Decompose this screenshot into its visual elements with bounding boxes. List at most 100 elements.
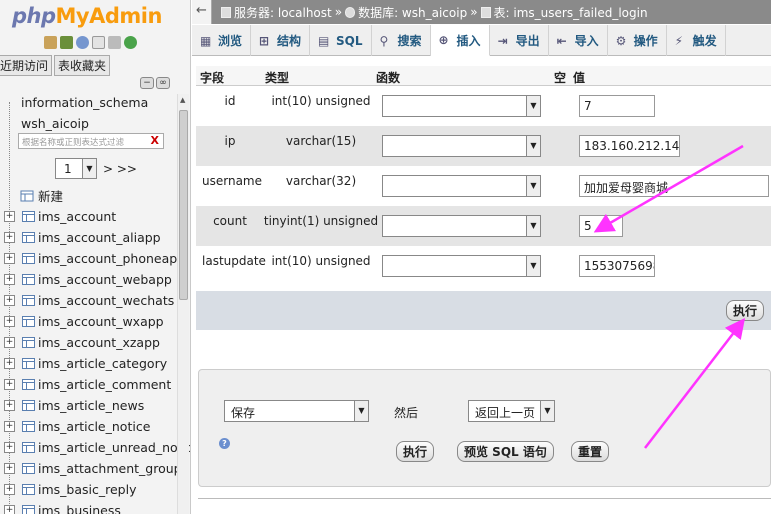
chevron-down-icon: ▼ [526,176,540,196]
breadcrumb-table[interactable]: 表: ims_users_failed_login [480,4,648,21]
form-execute-bar: 执行 [196,291,771,330]
new-table-link[interactable]: 新建 [20,186,63,205]
expand-icon[interactable]: + [4,232,15,243]
breadcrumb-database[interactable]: 数据库: wsh_aicoip [345,4,467,21]
expand-icon[interactable]: + [4,421,15,432]
expand-icon[interactable]: + [4,274,15,285]
expand-icon[interactable]: + [4,358,15,369]
expand-icon[interactable]: + [4,316,15,327]
breadcrumb-server[interactable]: 服务器: localhost [221,4,332,21]
tab-import[interactable]: ⇤ 导入 [549,25,608,56]
table-icon [22,316,35,327]
expand-icon[interactable]: + [4,253,15,264]
value-input[interactable]: 加加爱母婴商城 [579,175,769,197]
expand-icon[interactable] [4,97,15,108]
scrollbar-thumb[interactable] [179,110,188,300]
table-icon [22,484,35,495]
tree-db-information-schema[interactable]: information_schema [0,92,176,113]
tree-table-item[interactable]: + ims_article_comment [0,374,176,395]
tree-table-item[interactable]: + ims_article_unread_notice [0,437,190,458]
logout-icon[interactable] [60,36,73,49]
value-input[interactable]: 1553075698 [579,255,655,277]
expand-icon[interactable]: + [4,211,15,222]
page-next-links[interactable]: > >> [103,162,137,176]
header-type: 类型 [265,71,290,85]
form-rows: id int(10) unsigned ▼ 7 ip varchar(15) ▼ 183.16… [196,86,771,286]
expand-icon[interactable]: + [4,463,15,474]
header-field: 字段 [200,71,225,85]
tab-export[interactable]: ⇥ 导出 [490,25,549,56]
preview-sql-button[interactable]: 预览 SQL 语句 [457,441,554,462]
scroll-up-icon[interactable]: ▲ [180,96,185,104]
collapse-all-icon[interactable]: − [140,77,154,89]
value-input[interactable]: 5 [579,215,623,237]
tree-table-item[interactable]: + ims_article_news [0,395,176,416]
tree-table-item[interactable]: + ims_account_aliapp [0,227,176,248]
reload-icon[interactable] [124,36,137,49]
expand-icon[interactable]: + [4,379,15,390]
value-input[interactable]: 7 [579,95,655,117]
tree-table-item[interactable]: + ims_attachment_group [0,458,182,479]
field-name: ip [224,134,236,148]
link-icon[interactable]: ∞ [156,77,170,89]
tree-table-item[interactable]: + ims_account_phoneapp [0,248,185,269]
tab-sql[interactable]: ▤ SQL [310,25,372,56]
tree-table-item[interactable]: + ims_basic_reply [0,479,176,500]
save-mode-select[interactable]: 保存 ▼ [224,400,369,422]
tree-table-item[interactable]: + ims_article_notice [0,416,176,437]
tab-recent[interactable]: 近期访问 [0,55,53,76]
help-icon[interactable] [76,36,89,49]
after-insert-select[interactable]: 返回上一页 ▼ [468,400,555,422]
function-select[interactable]: ▼ [382,215,541,237]
export-icon: ⇥ [497,33,508,48]
phpmyadmin-logo[interactable]: phpMyAdmin [12,4,162,28]
tab-operations[interactable]: ⚙ 操作 [608,25,667,56]
tab-browse[interactable]: ▦ 浏览 [192,25,252,56]
tree-table-item[interactable]: + ims_article_category [0,353,176,374]
tab-insert[interactable]: ⊕ 插入 [430,25,490,56]
function-select[interactable]: ▼ [382,255,541,277]
options-execute-button[interactable]: 执行 [396,441,435,462]
function-select[interactable]: ▼ [382,135,541,157]
tab-search[interactable]: ⚲ 搜索 [372,25,431,56]
tree-db-wsh-aicoip[interactable]: wsh_aicoip [0,113,176,134]
expand-icon[interactable]: + [4,484,15,495]
insert-form: 字段 类型 函数 空 值 id int(10) unsigned ▼ 7 ip varch… [196,66,771,286]
expand-icon[interactable]: + [4,442,15,453]
expand-icon[interactable]: + [4,337,15,348]
page-select[interactable]: 1 ▼ [55,158,97,179]
breadcrumb-table-label: 表: ims_users_failed_login [493,5,648,20]
value-input[interactable]: 183.160.212.14 [579,135,680,157]
expand-icon[interactable]: + [4,505,15,514]
back-arrow-icon[interactable]: ← [192,0,212,24]
execute-button[interactable]: 执行 [726,300,765,321]
tab-structure[interactable]: ⊞ 结构 [251,25,311,56]
reset-button[interactable]: 重置 [571,441,610,462]
tree-scrollbar[interactable]: ▲ [177,94,189,514]
settings-icon[interactable] [108,36,121,49]
table-filter-input[interactable]: 根据名称或正则表达式过滤 X [18,133,164,149]
tree-table-item[interactable]: + ims_account_xzapp [0,332,176,353]
table-label: ims_account_wechats [38,293,175,308]
tab-label: 导入 [574,34,599,48]
expand-icon[interactable]: + [4,295,15,306]
table-label: ims_account_wxapp [38,314,164,329]
tab-label: 插入 [456,33,481,48]
filter-placeholder: 根据名称或正则表达式过滤 [22,138,125,148]
tab-triggers[interactable]: ⚡ 触发 [667,25,726,56]
expand-icon[interactable]: + [4,400,15,411]
home-icon[interactable] [44,36,57,49]
help-icon[interactable]: ? [219,438,230,449]
tree-table-item[interactable]: + ims_account_wechats [0,290,176,311]
function-select[interactable]: ▼ [382,175,541,197]
main-panel: ← 服务器: localhost » 数据库: wsh_aicoip » 表: … [192,0,771,514]
clear-filter-icon[interactable]: X [151,134,159,147]
function-select[interactable]: ▼ [382,95,541,117]
db-label: wsh_aicoip [21,116,89,131]
tab-favorites[interactable]: 表收藏夹 [54,55,111,76]
tree-table-item[interactable]: + ims_business [0,500,176,514]
docs-icon[interactable] [92,36,105,49]
tree-table-item[interactable]: + ims_account_webapp [0,269,176,290]
tree-table-item[interactable]: + ims_account [0,206,176,227]
tree-table-item[interactable]: + ims_account_wxapp [0,311,176,332]
